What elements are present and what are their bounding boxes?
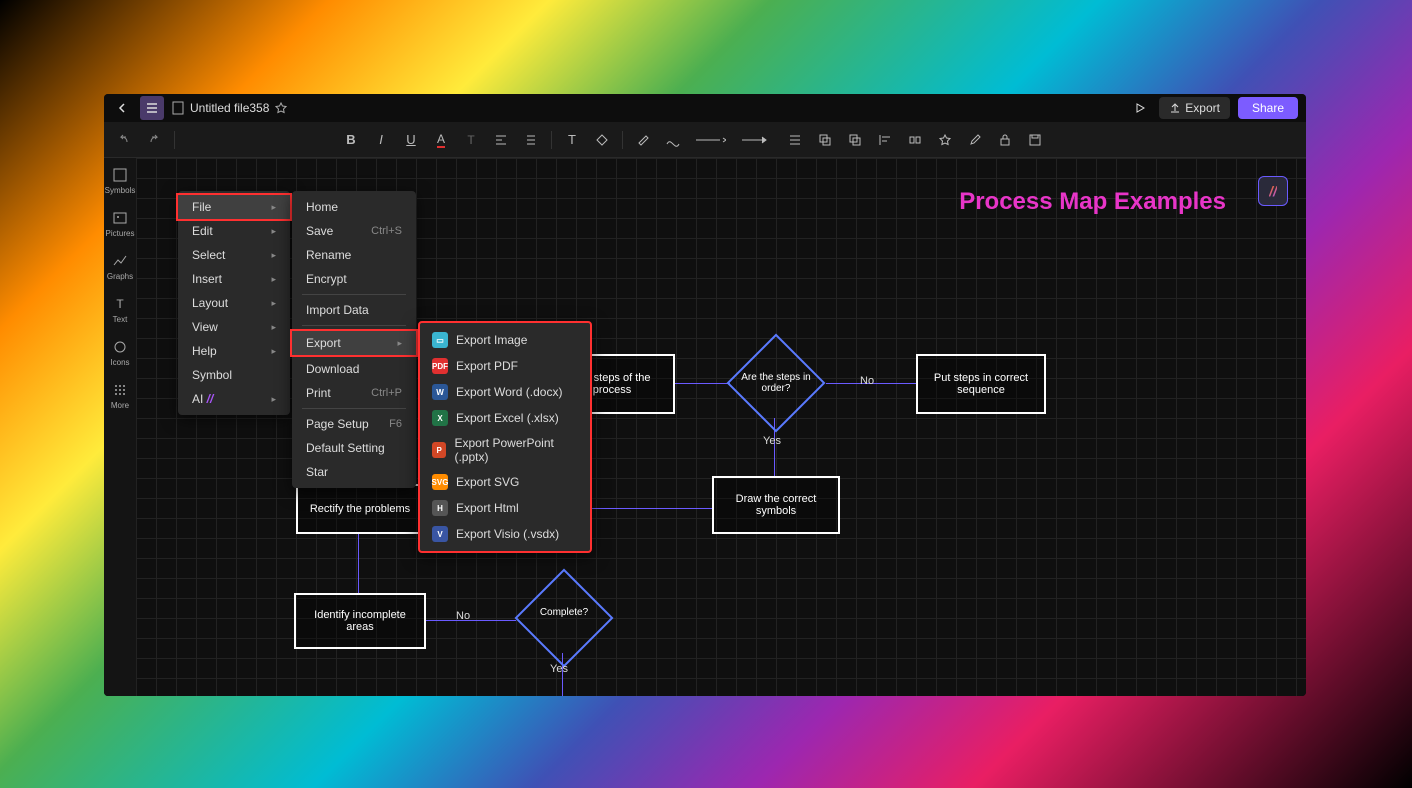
play-button[interactable]	[1129, 97, 1151, 119]
share-button[interactable]: Share	[1238, 97, 1298, 119]
line-spacing-button[interactable]	[519, 128, 543, 152]
export-item-export-excel-xlsx-[interactable]: XExport Excel (.xlsx)	[420, 405, 590, 431]
sidebar-graphs[interactable]: Graphs	[107, 252, 133, 281]
flow-connector	[675, 383, 730, 384]
flow-decision-order[interactable]: Are the steps in order?	[726, 348, 826, 418]
main-menu: File▸Edit▸Select▸Insert▸Layout▸View▸Help…	[178, 191, 290, 415]
bold-button[interactable]: B	[339, 128, 363, 152]
underline-button[interactable]: U	[399, 128, 423, 152]
flow-label: No	[860, 375, 874, 387]
undo-button[interactable]	[112, 128, 136, 152]
effects-button[interactable]	[933, 128, 957, 152]
export-submenu: ▭Export ImagePDFExport PDFWExport Word (…	[418, 321, 592, 553]
align-button[interactable]	[489, 128, 513, 152]
ai-icon: //	[1269, 183, 1277, 199]
line-style-dropdown[interactable]	[691, 128, 731, 152]
export-item-export-word-docx-[interactable]: WExport Word (.docx)	[420, 379, 590, 405]
text-style-button[interactable]: T	[459, 128, 483, 152]
flow-connector	[358, 534, 359, 594]
sidebar-text[interactable]: TText	[111, 295, 129, 324]
export-item-export-svg[interactable]: SVGExport SVG	[420, 469, 590, 495]
export-item-export-image[interactable]: ▭Export Image	[420, 327, 590, 353]
flow-box-drawcorrect[interactable]: Draw the correct symbols	[712, 476, 840, 534]
menu-item-select[interactable]: Select▸	[178, 243, 290, 267]
menu-item-edit[interactable]: Edit▸	[178, 219, 290, 243]
canvas-title: Process Map Examples	[959, 188, 1226, 216]
menu-item-insert[interactable]: Insert▸	[178, 267, 290, 291]
edit-button[interactable]	[963, 128, 987, 152]
paint-button[interactable]	[631, 128, 655, 152]
sidebar-icons[interactable]: Icons	[110, 338, 129, 367]
share-button-label: Share	[1252, 101, 1284, 115]
sidebar-pictures[interactable]: Pictures	[106, 209, 135, 238]
document-filename[interactable]: Untitled file358	[190, 101, 269, 115]
document-title-area: Untitled file358	[172, 101, 287, 115]
menu-item-rename[interactable]: Rename	[292, 243, 416, 267]
text-tool-button[interactable]: T	[560, 128, 584, 152]
flow-connector	[426, 620, 516, 621]
menu-item-encrypt[interactable]: Encrypt	[292, 267, 416, 291]
menu-item-import-data[interactable]: Import Data	[292, 298, 416, 322]
menu-item-export[interactable]: Export▸	[290, 329, 418, 357]
flow-label: No	[456, 610, 470, 622]
align-left-button[interactable]	[873, 128, 897, 152]
layer-back-button[interactable]	[843, 128, 867, 152]
arrow-style-dropdown[interactable]	[737, 128, 777, 152]
menu-item-download[interactable]: Download	[292, 357, 416, 381]
flow-label: Yes	[550, 663, 568, 675]
export-item-export-powerpoint-pptx-[interactable]: PExport PowerPoint (.pptx)	[420, 431, 590, 469]
ai-assistant-button[interactable]: //	[1258, 176, 1288, 206]
hamburger-menu-button[interactable]	[140, 96, 164, 120]
titlebar: Untitled file358 Export Share	[104, 94, 1306, 122]
italic-button[interactable]: I	[369, 128, 393, 152]
flow-box-identify[interactable]: Identify incomplete areas	[294, 593, 426, 649]
export-button[interactable]: Export	[1159, 97, 1230, 119]
flow-label: Yes	[763, 435, 781, 447]
menu-item-page-setup[interactable]: Page SetupF6	[292, 412, 416, 436]
save-icon-button[interactable]	[1023, 128, 1047, 152]
workspace: Symbols Pictures Graphs TText Icons More…	[104, 158, 1306, 696]
document-icon	[172, 101, 184, 115]
export-item-export-html[interactable]: HExport Html	[420, 495, 590, 521]
flow-box-putsteps[interactable]: Put steps in correct sequence	[916, 354, 1046, 414]
flow-decision-complete[interactable]: Complete?	[514, 583, 614, 653]
export-item-export-pdf[interactable]: PDFExport PDF	[420, 353, 590, 379]
font-color-button[interactable]: A	[429, 128, 453, 152]
sidebar-symbols[interactable]: Symbols	[105, 166, 136, 195]
menu-item-view[interactable]: View▸	[178, 315, 290, 339]
layer-front-button[interactable]	[813, 128, 837, 152]
file-submenu: HomeSaveCtrl+SRenameEncrypt Import Data Ex…	[292, 191, 416, 488]
left-sidebar: Symbols Pictures Graphs TText Icons More	[104, 158, 136, 696]
format-toolbar: B I U A T T	[104, 122, 1306, 158]
distribute-button[interactable]	[903, 128, 927, 152]
menu-item-star[interactable]: Star	[292, 460, 416, 484]
back-button[interactable]	[112, 98, 132, 118]
export-button-label: Export	[1185, 101, 1220, 115]
redo-button[interactable]	[142, 128, 166, 152]
flow-box-rectify[interactable]: Rectify the problems	[296, 484, 424, 534]
menu-item-home[interactable]: Home	[292, 195, 416, 219]
export-item-export-visio-vsdx-[interactable]: VExport Visio (.vsdx)	[420, 521, 590, 547]
canvas[interactable]: Process Map Examples List steps of the p…	[136, 158, 1306, 696]
star-icon[interactable]	[275, 102, 287, 114]
menu-item-help[interactable]: Help▸	[178, 339, 290, 363]
shape-tool-button[interactable]	[590, 128, 614, 152]
menu-item-ai[interactable]: AI //▸	[178, 387, 290, 411]
upload-icon	[1169, 102, 1181, 114]
list-button[interactable]	[783, 128, 807, 152]
app-window: Untitled file358 Export Share B I U A T …	[104, 94, 1306, 696]
menu-item-print[interactable]: PrintCtrl+P	[292, 381, 416, 405]
menu-item-default-setting[interactable]: Default Setting	[292, 436, 416, 460]
menu-item-save[interactable]: SaveCtrl+S	[292, 219, 416, 243]
menu-item-layout[interactable]: Layout▸	[178, 291, 290, 315]
menu-item-file[interactable]: File▸	[176, 193, 292, 221]
lock-button[interactable]	[993, 128, 1017, 152]
sidebar-more[interactable]: More	[111, 381, 129, 410]
menu-item-symbol[interactable]: Symbol	[178, 363, 290, 387]
connector-button[interactable]	[661, 128, 685, 152]
